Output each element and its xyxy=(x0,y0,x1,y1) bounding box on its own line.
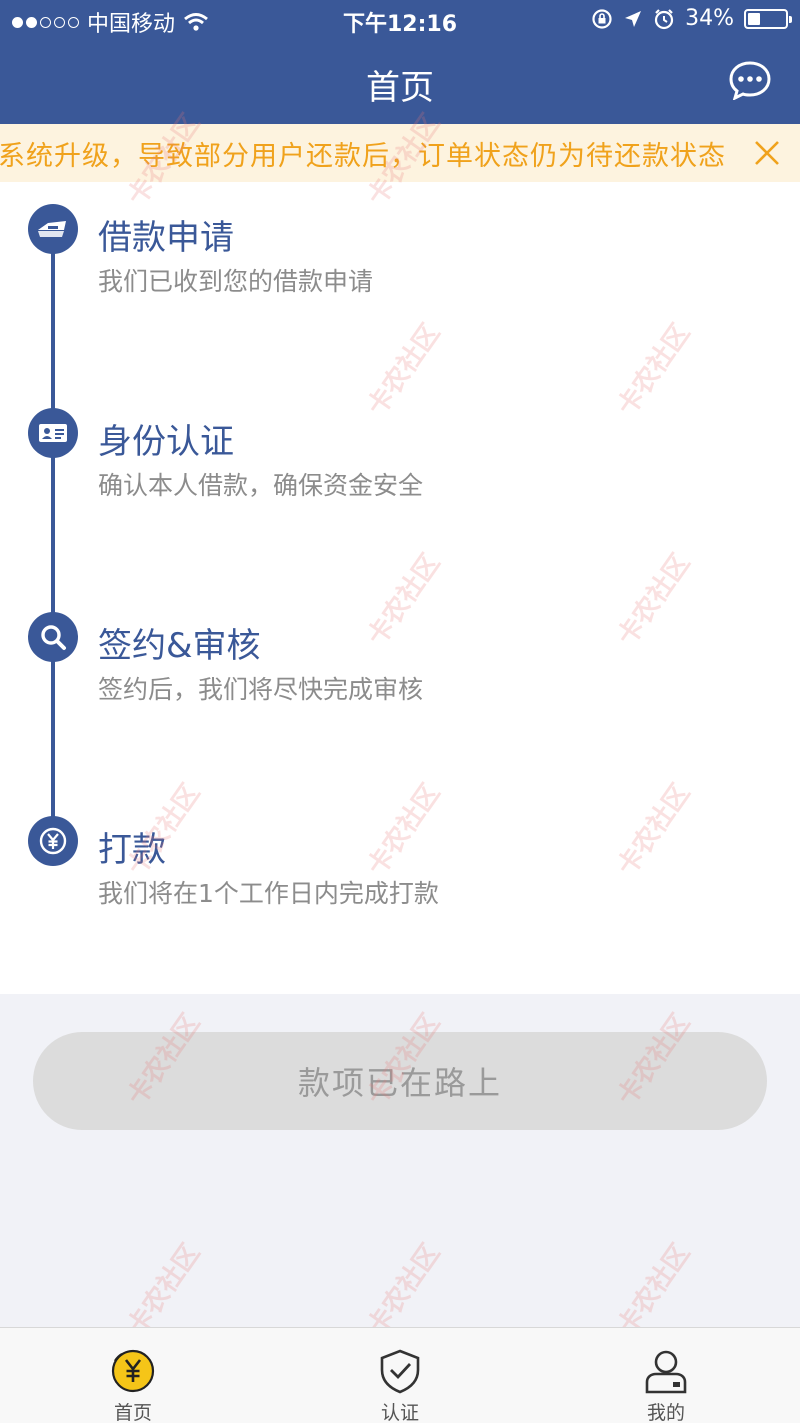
loan-progress-timeline: 借款申请 我们已收到您的借款申请 身份认证 确认本人借款，确保资金安全 签约&审… xyxy=(0,182,800,994)
id-card-icon xyxy=(28,408,78,458)
status-right: 34% xyxy=(591,6,792,31)
page-title: 首页 xyxy=(366,68,434,108)
notice-text: 系统升级，导致部分用户还款后，订单状态仍为待还款状态 xyxy=(0,141,726,172)
timeline-line xyxy=(51,232,55,842)
step-description: 我们将在1个工作日内完成打款 xyxy=(98,879,439,908)
tab-verification[interactable]: 认证 xyxy=(325,1328,475,1423)
battery-icon xyxy=(744,8,792,29)
message-icon[interactable] xyxy=(728,60,772,100)
tab-bar: 首页 认证 我的 xyxy=(0,1327,800,1423)
step-description: 签约后，我们将尽快完成审核 xyxy=(98,675,424,704)
status-button[interactable]: 款项已在路上 xyxy=(33,1032,767,1130)
tab-home[interactable]: 首页 xyxy=(58,1328,208,1423)
yen-coin-icon xyxy=(111,1349,155,1393)
step-title: 签约&审核 xyxy=(98,626,261,666)
shield-check-icon xyxy=(380,1349,420,1394)
tab-label: 认证 xyxy=(380,1402,419,1423)
alarm-clock-icon xyxy=(654,8,674,29)
loan-application-icon xyxy=(28,204,78,254)
top-bar: 中国移动 下午12:16 34% 首页 xyxy=(0,0,800,124)
location-arrow-icon xyxy=(625,10,642,27)
step-title: 借款申请 xyxy=(98,218,234,258)
step-title: 打款 xyxy=(98,830,166,870)
battery-percent: 34% xyxy=(685,6,734,31)
step-description: 确认本人借款，确保资金安全 xyxy=(98,471,424,500)
app-screen: 中国移动 下午12:16 34% 首页 系统升级，导致部分用户还款后，订单状态仍… xyxy=(0,0,800,1423)
watermark: 卡农社区 xyxy=(361,1238,447,1342)
step-description: 我们已收到您的借款申请 xyxy=(98,267,374,296)
watermark: 卡农社区 xyxy=(121,1238,207,1342)
tab-label: 首页 xyxy=(113,1402,152,1423)
watermark: 卡农社区 xyxy=(611,1238,697,1342)
user-icon xyxy=(645,1350,687,1394)
tab-label: 我的 xyxy=(646,1402,685,1423)
status-bar: 中国移动 下午12:16 34% xyxy=(0,0,800,40)
notice-banner: 系统升级，导致部分用户还款后，订单状态仍为待还款状态 xyxy=(0,124,800,182)
step-title: 身份认证 xyxy=(98,422,234,462)
tab-profile[interactable]: 我的 xyxy=(591,1328,741,1423)
search-icon xyxy=(28,612,78,662)
rotation-lock-icon xyxy=(592,8,612,29)
yen-coin-icon xyxy=(28,816,78,866)
close-icon[interactable] xyxy=(752,138,782,168)
